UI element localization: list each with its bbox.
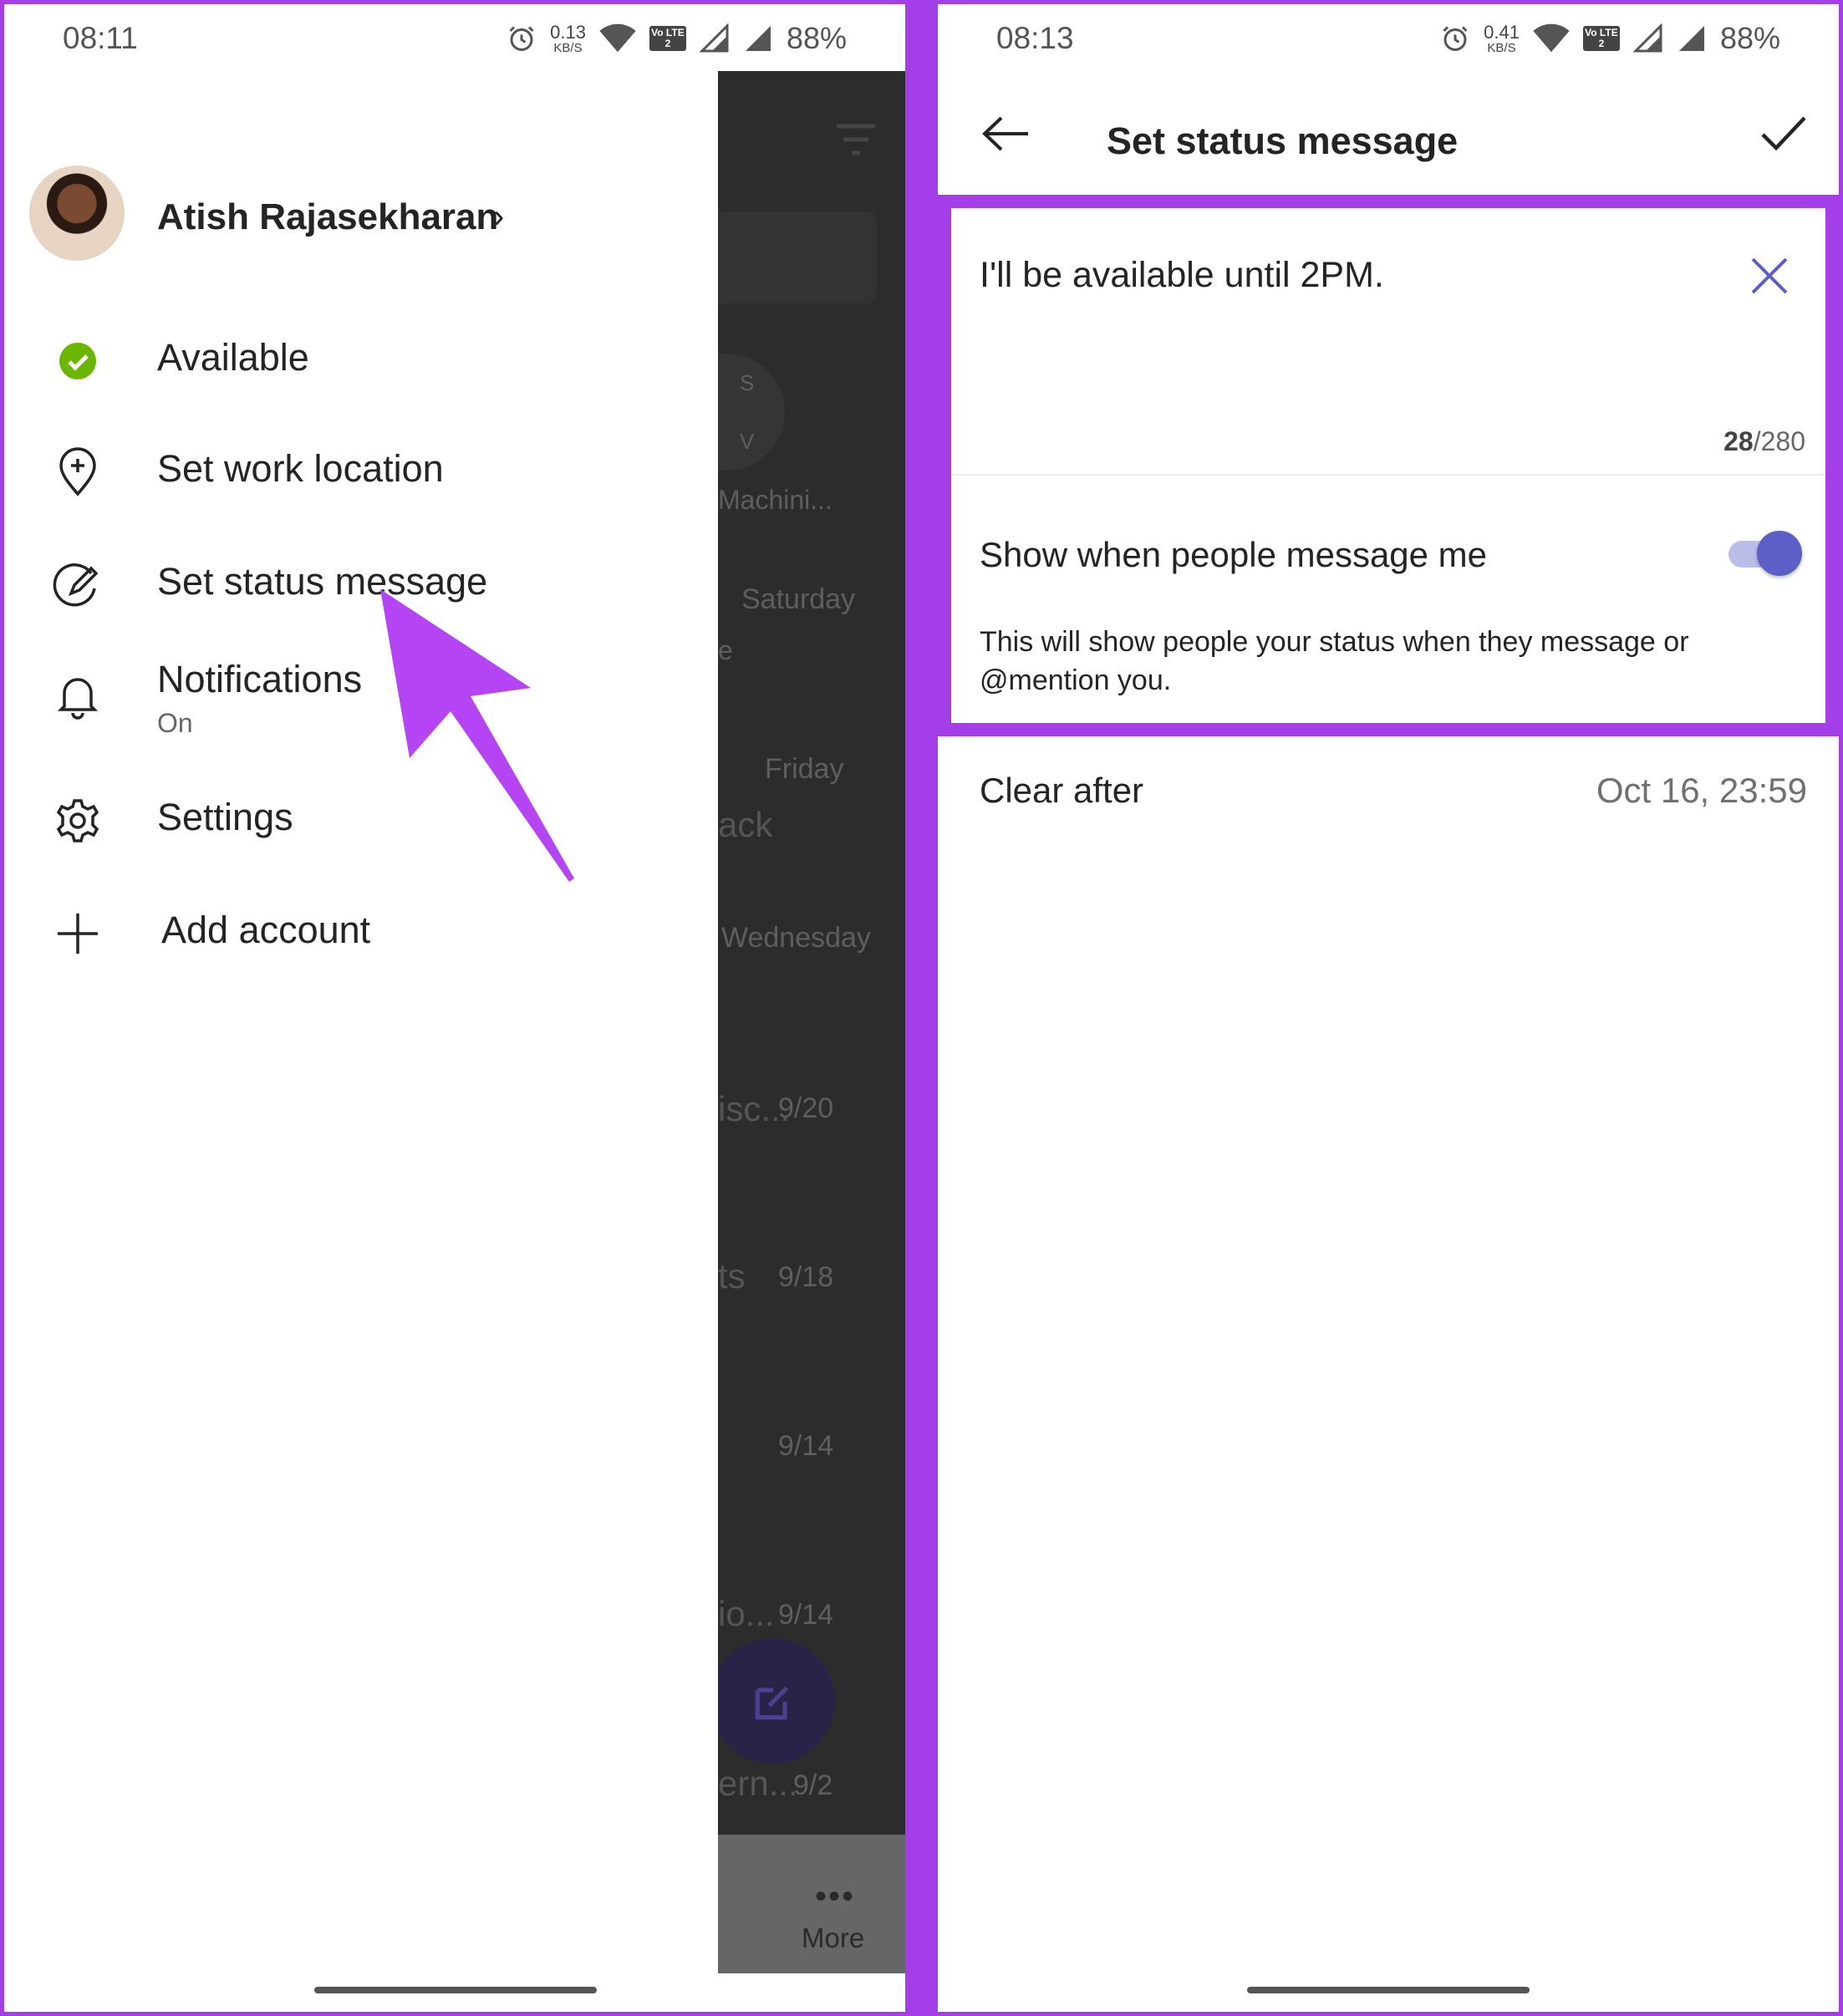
clear-after-value[interactable]: Oct 16, 23:59 xyxy=(1596,771,1807,811)
gear-icon xyxy=(56,799,99,843)
left-screen: 08:11 0.13 KB/S Vo LTE 2 88% S V Machini.… xyxy=(4,4,905,2012)
volte-icon: Vo LTE 2 xyxy=(649,26,686,51)
available-check-icon xyxy=(59,343,96,379)
ghost-text: 9/14 xyxy=(778,1430,834,1462)
alarm-icon xyxy=(509,26,534,51)
ghost-text: ts xyxy=(718,1256,746,1296)
more-icon: ••• xyxy=(815,1878,856,1915)
chevron-right-icon: › xyxy=(493,198,505,235)
alarm-icon xyxy=(1443,26,1468,51)
volte-icon: Vo LTE 2 xyxy=(1582,26,1620,51)
wifi-icon xyxy=(1533,23,1570,53)
toggle-label: Show when people message me xyxy=(980,535,1488,574)
show-status-toggle[interactable] xyxy=(1725,529,1804,579)
confirm-check-icon[interactable] xyxy=(1760,115,1807,153)
ghost-text: ack xyxy=(718,805,773,844)
menu-label: Settings xyxy=(157,796,293,838)
status-time: 08:11 xyxy=(63,21,138,55)
battery-level: 88% xyxy=(1719,21,1780,55)
back-arrow-icon[interactable] xyxy=(981,115,1031,153)
ghost-text: 9/18 xyxy=(778,1261,834,1293)
home-indicator[interactable] xyxy=(314,1987,597,1993)
ghost-text: Friday xyxy=(765,753,844,785)
signal-icon xyxy=(1632,23,1662,53)
profile-name[interactable]: Atish Rajasekharan xyxy=(157,196,498,238)
signal-icon xyxy=(699,23,729,53)
account-drawer: Atish Rajasekharan › Available Set work … xyxy=(4,71,718,1973)
menu-label: Add account xyxy=(161,909,371,951)
battery-level: 88% xyxy=(786,21,847,55)
status-bar: 08:13 0.41 KB/S Vo LTE 2 88% xyxy=(938,4,1839,71)
ghost-text: Wednesday xyxy=(721,922,871,954)
status-bar: 08:11 0.13 KB/S Vo LTE 2 88% xyxy=(4,4,905,71)
ghost-text: 9/2 xyxy=(793,1769,833,1801)
page-title: Set status message xyxy=(1107,120,1459,162)
menu-item-add-account[interactable]: Add account xyxy=(4,890,718,965)
menu-sublabel: On xyxy=(157,708,193,738)
wifi-icon xyxy=(599,23,636,53)
status-time: 08:13 xyxy=(996,21,1074,55)
menu-item-notifications[interactable]: Notifications On xyxy=(4,639,718,748)
network-speed: 0.13 KB/S xyxy=(550,21,586,55)
network-speed: 0.41 KB/S xyxy=(1484,21,1520,55)
app-bar: Set status message xyxy=(938,71,1839,196)
divider xyxy=(951,474,1825,476)
menu-label: Notifications xyxy=(157,658,363,700)
more-label: More xyxy=(802,1922,865,1953)
menu-item-available[interactable]: Available xyxy=(4,318,718,393)
right-screen: 08:13 0.41 KB/S Vo LTE 2 88% Set status m… xyxy=(938,4,1839,2012)
menu-label: Set work location xyxy=(157,447,444,490)
avatar[interactable] xyxy=(29,165,125,261)
menu-item-settings[interactable]: Settings xyxy=(4,777,718,853)
character-counter: 28/280 xyxy=(1723,426,1805,456)
close-icon[interactable] xyxy=(1749,255,1790,297)
search-bar-dimmed xyxy=(718,211,877,303)
new-chat-fab xyxy=(718,1638,835,1764)
ghost-text: V xyxy=(740,429,755,454)
ghost-text: Saturday xyxy=(741,583,856,615)
ghost-text: 9/20 xyxy=(778,1092,834,1124)
pointer-arrow-annotation xyxy=(380,589,574,882)
toggle-description: This will show people your status when t… xyxy=(980,626,1689,696)
bell-icon xyxy=(57,678,99,720)
ghost-text: S xyxy=(740,370,755,395)
compose-icon xyxy=(755,1686,789,1720)
ghost-text: io... xyxy=(718,1594,775,1633)
dimmed-chat-list[interactable]: S V Machini... Saturday e Friday ack Wed… xyxy=(718,71,905,1973)
filter-icon xyxy=(837,124,875,155)
plus-icon xyxy=(58,914,98,954)
status-message-input[interactable]: I'll be available until 2PM. xyxy=(980,255,1384,296)
ghost-text: ern... xyxy=(718,1764,798,1803)
menu-label: Available xyxy=(157,336,309,379)
ghost-text: Machini... xyxy=(718,485,832,515)
signal-icon-2 xyxy=(745,26,771,51)
ghost-text: 9/14 xyxy=(778,1599,834,1631)
home-indicator[interactable] xyxy=(1247,1987,1530,1993)
ghost-text: e xyxy=(718,635,733,665)
menu-item-set-work-location[interactable]: Set work location xyxy=(4,429,718,504)
signal-icon-2 xyxy=(1678,26,1704,51)
location-plus-icon xyxy=(59,447,96,496)
edit-pen-icon xyxy=(53,563,99,607)
menu-item-set-status-message[interactable]: Set status message xyxy=(4,542,718,617)
clear-after-label[interactable]: Clear after xyxy=(980,771,1143,811)
